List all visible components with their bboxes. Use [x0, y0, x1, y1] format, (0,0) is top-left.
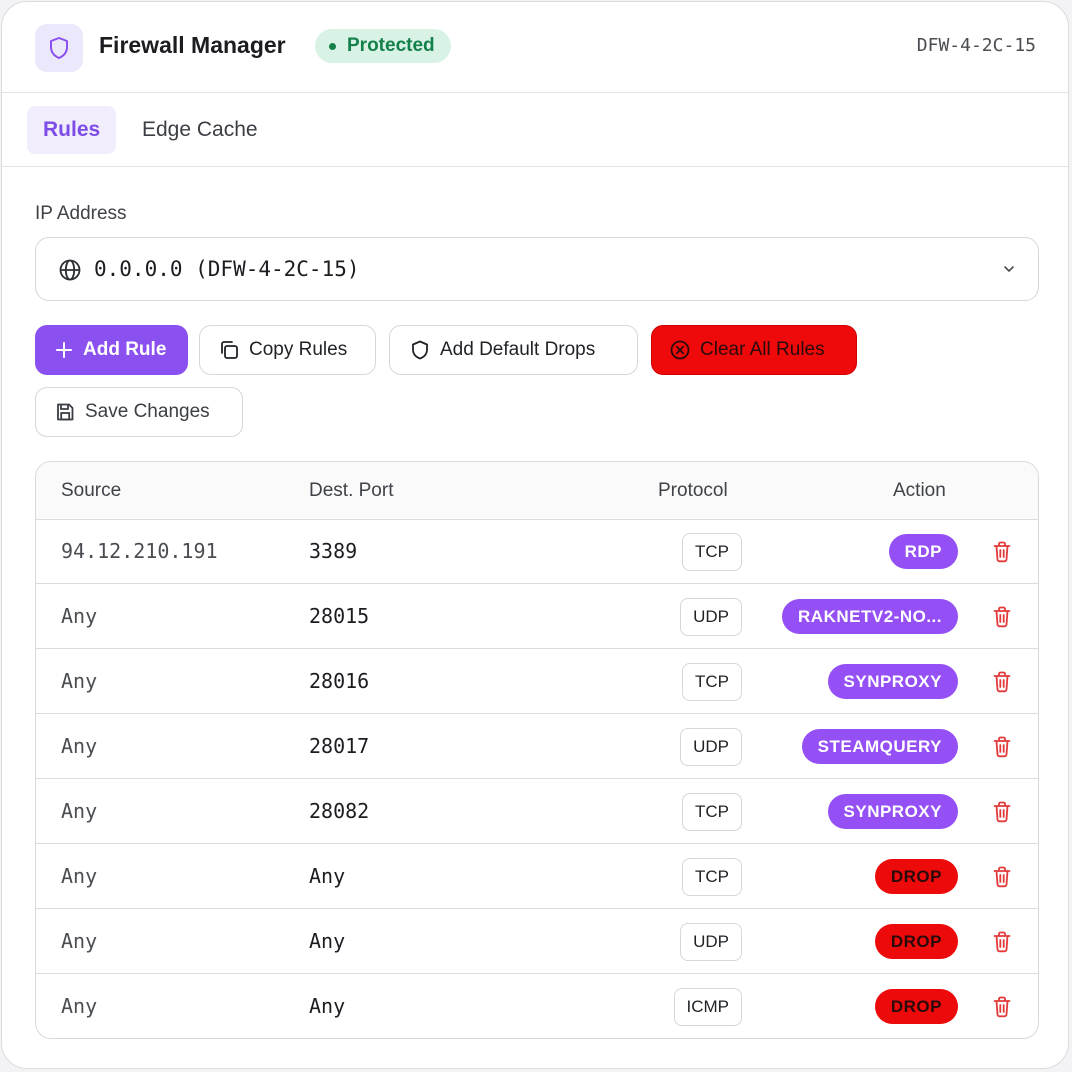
protocol-badge: TCP	[682, 857, 742, 896]
copy-rules-label: Copy Rules	[249, 339, 348, 360]
rule-dest-port: 3389	[309, 538, 358, 563]
rule-dest-port: 28082	[309, 798, 370, 823]
status-badge: Protected	[315, 29, 451, 63]
delete-rule-button[interactable]	[991, 605, 1013, 634]
trash-icon	[991, 801, 1013, 828]
rule-source: Any	[61, 733, 98, 758]
action-badge: RDP	[888, 534, 958, 569]
status-text: Protected	[347, 35, 435, 56]
rule-source: Any	[61, 668, 98, 693]
table-row: Any 28016 TCP SYNPROXY	[36, 649, 1038, 714]
rule-dest-port: Any	[309, 863, 346, 888]
tab-bar: Rules Edge Cache	[2, 93, 1068, 167]
shield-icon	[412, 340, 428, 360]
action-badge: RAKNETV2-NO...	[782, 599, 958, 634]
action-badge: SYNPROXY	[827, 664, 958, 699]
rule-source: Any	[61, 928, 98, 953]
ip-address-value: 0.0.0.0 (DFW-4-2C-15)	[94, 257, 360, 281]
delete-rule-button[interactable]	[991, 865, 1013, 894]
protocol-badge: TCP	[682, 792, 742, 831]
server-id: DFW-4-2C-15	[916, 35, 1036, 56]
rule-source: Any	[61, 863, 98, 888]
protocol-badge: TCP	[682, 532, 742, 571]
tab-rules[interactable]: Rules	[27, 106, 117, 154]
chevron-down-icon	[1004, 266, 1014, 272]
add-default-drops-label: Add Default Drops	[440, 339, 596, 360]
clear-all-rules-button[interactable]: Clear All Rules	[651, 325, 857, 375]
table-row: Any 28015 UDP RAKNETV2-NO...	[36, 584, 1038, 649]
protocol-badge: UDP	[680, 922, 742, 961]
add-rule-button[interactable]: Add Rule	[35, 325, 188, 375]
rules-table: Source Dest. Port Protocol Action 94.12.…	[35, 461, 1039, 1039]
protocol-badge: UDP	[680, 727, 742, 766]
rule-source: 94.12.210.191	[61, 538, 218, 563]
column-protocol: Protocol	[658, 480, 728, 501]
trash-icon	[991, 931, 1013, 958]
tab-edge-cache[interactable]: Edge Cache	[126, 106, 274, 154]
ip-address-label: IP Address	[35, 203, 127, 224]
delete-rule-button[interactable]	[991, 670, 1013, 699]
shield-icon	[50, 37, 68, 59]
column-source: Source	[61, 480, 122, 501]
protocol-badge: TCP	[682, 662, 742, 701]
table-row: Any 28017 UDP STEAMQUERY	[36, 714, 1038, 779]
save-icon	[57, 403, 74, 421]
copy-rules-button[interactable]: Copy Rules	[199, 325, 376, 375]
column-dest-port: Dest. Port	[309, 480, 394, 501]
rule-dest-port: 28017	[309, 733, 370, 758]
action-badge: STEAMQUERY	[801, 729, 958, 764]
protocol-badge: ICMP	[673, 987, 742, 1026]
trash-icon	[991, 671, 1013, 698]
rule-source: Any	[61, 603, 98, 628]
delete-rule-button[interactable]	[991, 540, 1013, 569]
action-badge: DROP	[874, 924, 958, 959]
header: Firewall Manager Protected DFW-4-2C-15	[2, 2, 1068, 93]
firewall-manager-card: Firewall Manager Protected DFW-4-2C-15 R…	[1, 1, 1069, 1069]
ip-address-select[interactable]: 0.0.0.0 (DFW-4-2C-15)	[35, 237, 1039, 301]
globe-icon	[59, 259, 81, 281]
plus-icon	[56, 342, 72, 358]
delete-rule-button[interactable]	[991, 930, 1013, 959]
save-changes-label: Save Changes	[85, 401, 210, 422]
trash-icon	[991, 541, 1013, 568]
table-row: Any 28082 TCP SYNPROXY	[36, 779, 1038, 844]
trash-icon	[991, 606, 1013, 633]
protocol-badge: UDP	[680, 597, 742, 636]
circle-x-icon	[670, 340, 690, 360]
table-row: 94.12.210.191 3389 TCP RDP	[36, 519, 1038, 584]
table-row: Any Any UDP DROP	[36, 909, 1038, 974]
copy-icon	[221, 341, 238, 359]
delete-rule-button[interactable]	[991, 735, 1013, 764]
add-default-drops-button[interactable]: Add Default Drops	[389, 325, 638, 375]
save-changes-button[interactable]: Save Changes	[35, 387, 243, 437]
rule-dest-port: Any	[309, 993, 346, 1018]
column-action: Action	[893, 480, 946, 501]
status-dot-icon	[329, 42, 336, 50]
rule-source: Any	[61, 798, 98, 823]
action-badge: SYNPROXY	[827, 794, 958, 829]
rule-dest-port: 28016	[309, 668, 370, 693]
app-logo	[35, 24, 83, 72]
add-rule-label: Add Rule	[83, 339, 167, 360]
action-badge: DROP	[874, 989, 958, 1024]
action-badge: DROP	[874, 859, 958, 894]
app-title: Firewall Manager	[99, 32, 286, 58]
rule-dest-port: Any	[309, 928, 346, 953]
table-header: Source Dest. Port Protocol Action	[36, 462, 1038, 520]
table-row: Any Any ICMP DROP	[36, 974, 1038, 1038]
trash-icon	[991, 866, 1013, 893]
rule-source: Any	[61, 993, 98, 1018]
delete-rule-button[interactable]	[991, 800, 1013, 829]
trash-icon	[991, 996, 1013, 1023]
clear-all-rules-label: Clear All Rules	[700, 339, 825, 360]
table-row: Any Any TCP DROP	[36, 844, 1038, 909]
delete-rule-button[interactable]	[991, 995, 1013, 1024]
trash-icon	[991, 736, 1013, 763]
rule-dest-port: 28015	[309, 603, 370, 628]
